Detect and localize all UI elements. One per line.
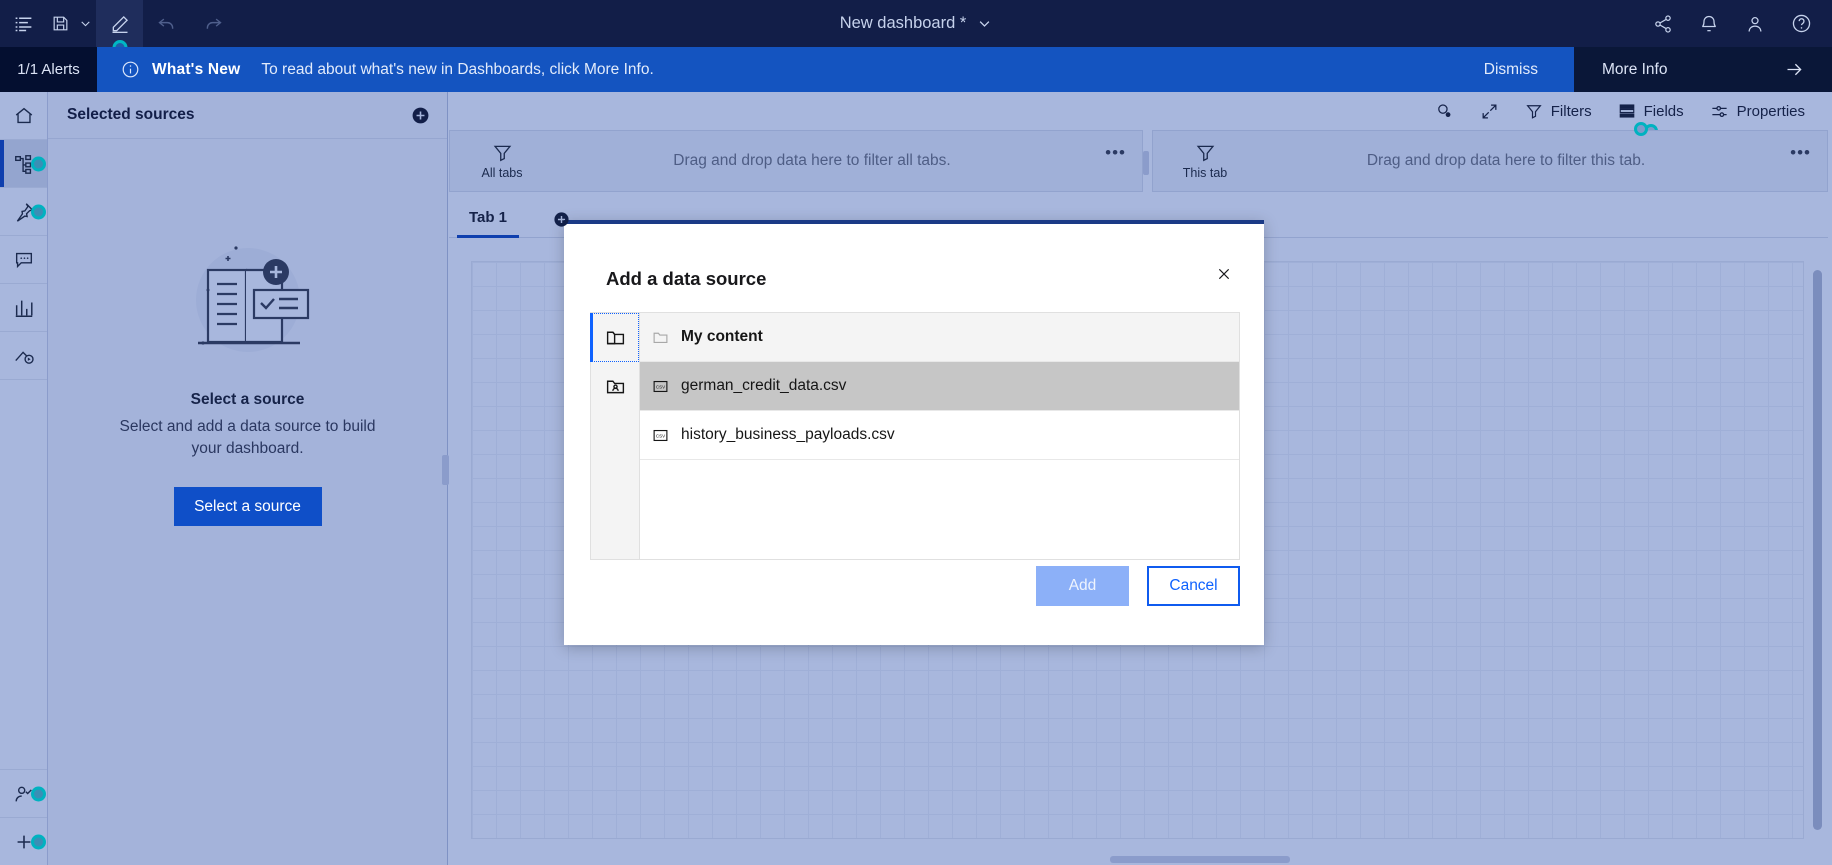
add-tab-icon[interactable] (553, 211, 570, 228)
close-icon[interactable] (1210, 260, 1238, 288)
dialog-actions: Add Cancel (1036, 566, 1240, 606)
browser-tab-my-content[interactable] (590, 313, 639, 362)
folder-outline-icon (652, 329, 669, 346)
dashboard-app: New dashboard * 1/1 Alerts What's New To… (0, 0, 1832, 865)
file-name: history_business_payloads.csv (681, 426, 895, 443)
csv-file-icon: CSV (652, 427, 669, 444)
file-name: german_credit_data.csv (681, 377, 847, 394)
add-button[interactable]: Add (1036, 566, 1129, 606)
modal-overlay: Add a data source My content CSV german_… (0, 0, 1832, 865)
list-item[interactable]: CSV german_credit_data.csv (640, 362, 1239, 411)
breadcrumb-label: My content (681, 328, 763, 345)
cancel-button[interactable]: Cancel (1147, 566, 1240, 606)
svg-text:CSV: CSV (656, 384, 665, 389)
svg-text:CSV: CSV (656, 433, 665, 438)
filter-zone-resize-handle[interactable] (1143, 151, 1149, 175)
filter-zone-badge (1634, 122, 1648, 136)
browser-tab-team-content[interactable] (591, 362, 639, 411)
list-item[interactable]: CSV history_business_payloads.csv (640, 411, 1239, 460)
content-browser: My content CSV german_credit_data.csv CS… (590, 312, 1240, 560)
breadcrumb[interactable]: My content (640, 313, 1239, 362)
add-data-source-dialog: Add a data source My content CSV german_… (564, 220, 1264, 645)
browser-rail (590, 313, 640, 559)
file-list: My content CSV german_credit_data.csv CS… (640, 313, 1239, 559)
csv-file-icon: CSV (652, 378, 669, 395)
dialog-title: Add a data source (606, 268, 767, 289)
